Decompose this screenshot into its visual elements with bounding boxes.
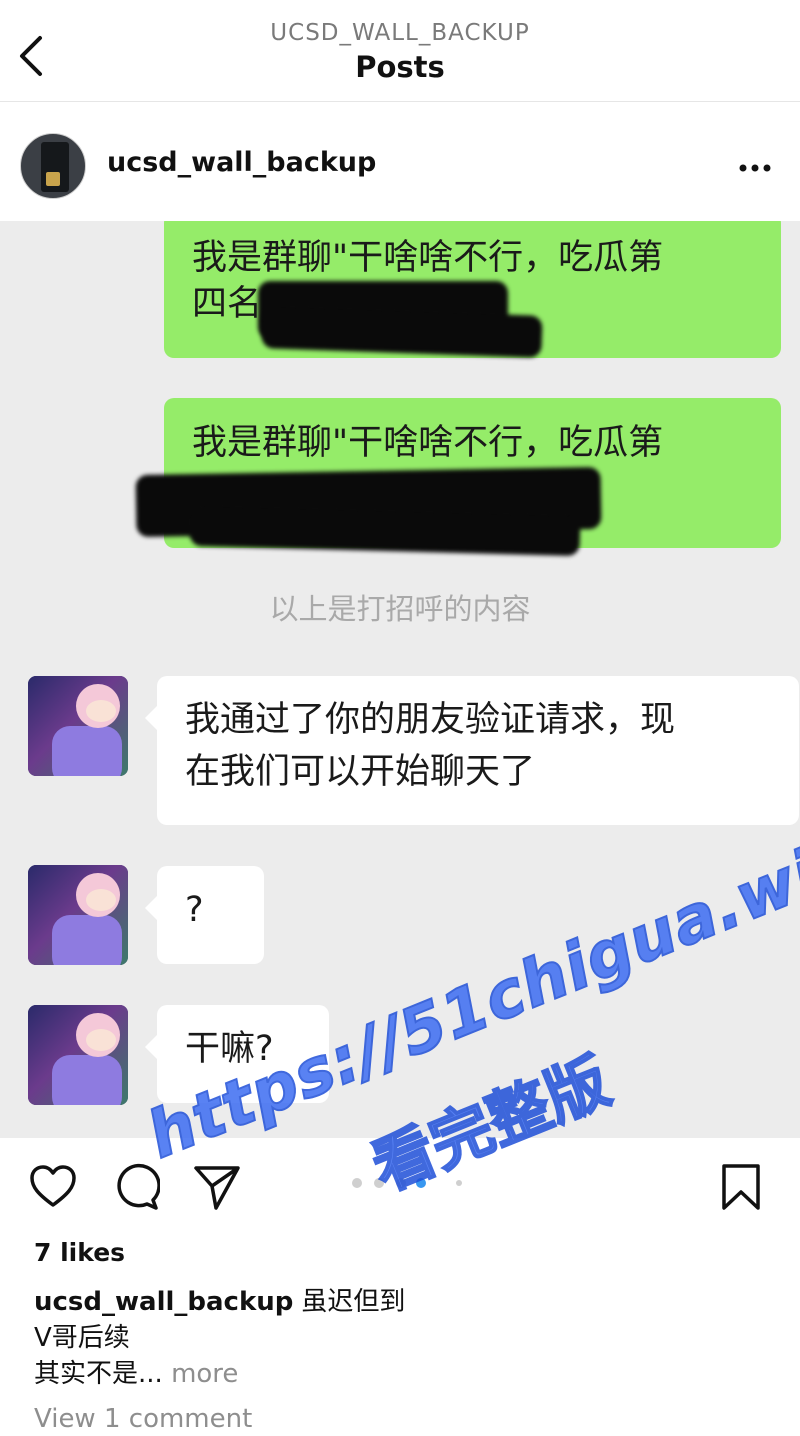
heart-icon <box>30 1165 76 1207</box>
incoming-message: ? <box>145 866 264 964</box>
carousel-dot <box>396 1178 406 1188</box>
caption-username[interactable]: ucsd_wall_backup <box>34 1287 293 1317</box>
send-icon <box>194 1166 240 1210</box>
more-dots-icon <box>739 164 771 172</box>
caption-line-3: 其实不是... more <box>34 1356 238 1392</box>
carousel-dot <box>374 1178 384 1188</box>
caption-line: ucsd_wall_backup 虽迟但到 <box>34 1284 405 1320</box>
author-username[interactable]: ucsd_wall_backup <box>107 147 376 178</box>
carousel-dot-active <box>416 1178 426 1188</box>
incoming-message: 干嘛? <box>145 1005 329 1103</box>
page-title: Posts <box>355 50 445 84</box>
view-comments-link[interactable]: View 1 comment <box>34 1404 252 1434</box>
incoming-message: 我通过了你的朋友验证请求，现 在我们可以开始聊天了 <box>145 676 799 825</box>
contact-avatar <box>28 1005 128 1105</box>
caption-text: 其实不是... <box>34 1359 163 1389</box>
likes-count[interactable]: 7 likes <box>34 1238 125 1267</box>
save-button[interactable] <box>716 1162 766 1212</box>
contact-avatar <box>28 676 128 776</box>
carousel-dot <box>456 1180 462 1186</box>
carousel-indicator <box>352 1178 472 1190</box>
caption-line-2: V哥后续 <box>34 1323 130 1353</box>
comment-button[interactable] <box>110 1162 161 1212</box>
carousel-dot <box>352 1178 362 1188</box>
bookmark-icon <box>722 1164 760 1210</box>
account-label: UCSD_WALL_BACKUP <box>270 20 530 46</box>
post-image[interactable]: 我是群聊"干啥啥不行，吃瓜第 四名 我是群聊"干啥啥不行，吃瓜第 以上是打招呼的… <box>0 221 800 1138</box>
contact-avatar <box>28 865 128 965</box>
caption-more-link[interactable]: more <box>171 1359 238 1389</box>
top-header: UCSD_WALL_BACKUP Posts <box>0 0 800 102</box>
share-button[interactable] <box>192 1162 242 1212</box>
comment-icon <box>117 1163 161 1210</box>
system-notice: 以上是打招呼的内容 <box>269 592 531 626</box>
caption-text: 虽迟但到 <box>301 1287 406 1317</box>
post-author-row: ucsd_wall_backup <box>0 103 800 221</box>
like-button[interactable] <box>28 1162 78 1212</box>
author-avatar[interactable] <box>20 133 86 199</box>
post-options-button[interactable] <box>730 153 780 183</box>
